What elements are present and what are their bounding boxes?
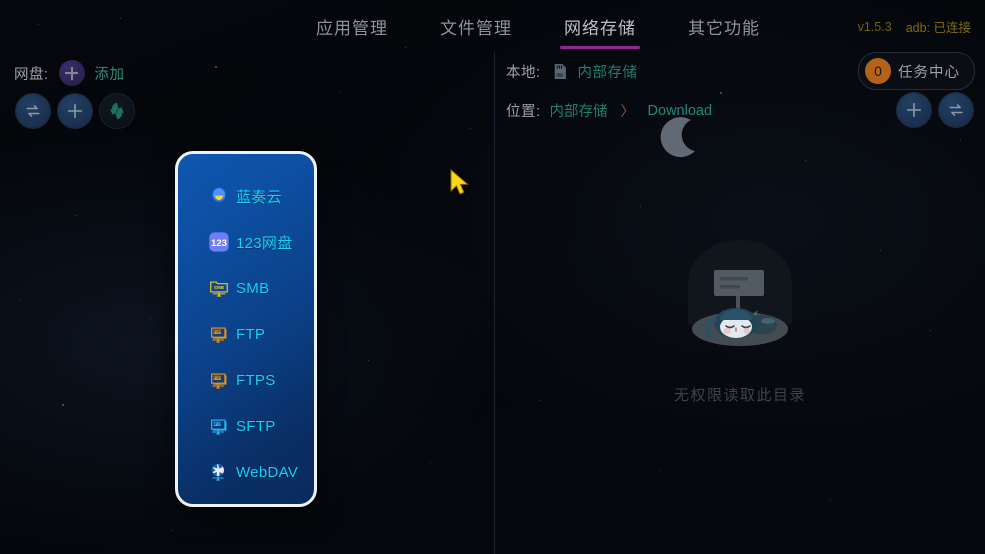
left-toolbar [16, 94, 134, 128]
dropdown-item-123pan[interactable]: 123 123网盘 [208, 229, 293, 255]
transfer-icon [26, 105, 40, 117]
left-pane: 网盘: 添加 蓝奏云 123 123网盘 SMB SMB FTP FTP FTP… [0, 52, 495, 554]
task-count-badge: 0 [865, 58, 891, 84]
plus-icon [906, 102, 922, 118]
netdisk-type-dropdown[interactable]: 蓝奏云 123 123网盘 SMB SMB FTP FTP FTP FTPS S… [175, 151, 317, 507]
empty-state-illustration [688, 240, 792, 346]
breadcrumb-item-root[interactable]: 内部存储 [550, 100, 608, 121]
right-pane: 本地: 内部存储 位置: 内部存储 〉 Download 0 任务中心 无权限读… [495, 52, 985, 554]
ftps-icon: FTP [211, 373, 227, 389]
loading-spinner-icon [660, 117, 695, 158]
svg-text:SFTP: SFTP [212, 422, 222, 426]
tab-other-functions[interactable]: 其它功能 [662, 10, 786, 49]
dropdown-item-ftps[interactable]: FTP FTPS [208, 367, 276, 393]
empty-state-message: 无权限读取此目录 [673, 387, 806, 404]
left-refresh-button[interactable] [100, 94, 134, 128]
dropdown-item-sftp[interactable]: SFTP SFTP [208, 413, 276, 439]
active-tab-indicator [560, 46, 640, 49]
tab-file-management[interactable]: 文件管理 [414, 10, 538, 49]
dropdown-item-lanzou[interactable]: 蓝奏云 [208, 183, 282, 209]
location-label: 位置: [506, 104, 541, 120]
left-transfer-button[interactable] [16, 94, 50, 128]
pan123-icon: 123 [209, 232, 229, 252]
tab-label: 应用管理 [316, 19, 388, 38]
adb-status: adb: 已连接 [905, 21, 971, 35]
lanzou-cloud-icon [212, 187, 226, 202]
dropdown-item-label: SMB [236, 279, 270, 297]
netdisk-label: 网盘: [14, 66, 49, 83]
tab-app-management[interactable]: 应用管理 [290, 10, 414, 49]
main-tabs: 应用管理 文件管理 网络存储 其它功能 [290, 10, 786, 49]
right-toolbar [897, 93, 973, 127]
svg-text:FTP: FTP [214, 376, 222, 380]
tab-network-storage[interactable]: 网络存储 [538, 10, 662, 49]
add-netdisk-button[interactable] [58, 60, 85, 86]
dropdown-item-label: FTPS [236, 371, 276, 389]
tab-label: 文件管理 [440, 19, 512, 38]
svg-text:SMB: SMB [214, 285, 225, 290]
empty-state: 无权限读取此目录 [495, 228, 985, 405]
tab-label: 网络存储 [564, 19, 636, 38]
dropdown-item-label: SFTP [236, 417, 276, 435]
dropdown-item-smb[interactable]: SMB SMB [208, 275, 269, 301]
app-version: v1.5.3 [857, 19, 892, 34]
right-transfer-button[interactable] [939, 93, 973, 127]
smb-icon: SMB [210, 281, 228, 297]
sftp-icon: SFTP [211, 419, 227, 435]
left-add-button[interactable] [58, 94, 92, 128]
task-center-button[interactable]: 0 任务中心 [858, 52, 975, 90]
sd-card-icon [554, 63, 566, 80]
app-window: 应用管理 文件管理 网络存储 其它功能 v1.5.3 adb: 已连接 网盘: [0, 0, 985, 554]
local-label: 本地: [506, 65, 541, 81]
webdav-icon [211, 464, 224, 481]
dropdown-item-label: 蓝奏云 [236, 188, 282, 206]
plus-icon [67, 103, 83, 119]
refresh-icon [110, 102, 124, 120]
dropdown-item-label: FTP [236, 325, 266, 343]
tab-label: 其它功能 [688, 19, 760, 38]
local-storage-name[interactable]: 内部存储 [578, 61, 638, 82]
right-add-button[interactable] [897, 93, 931, 127]
svg-text:FTP: FTP [214, 330, 222, 334]
dropdown-item-label: 123网盘 [236, 234, 293, 252]
local-storage-row: 本地: 内部存储 [506, 61, 638, 82]
dropdown-item-label: WebDAV [236, 463, 299, 481]
breadcrumb-separator-icon: 〉 [620, 102, 635, 119]
dropdown-item-webdav[interactable]: WebDAV [208, 459, 298, 485]
version-info: v1.5.3 adb: 已连接 [858, 17, 971, 36]
svg-text:123: 123 [211, 238, 227, 249]
dropdown-item-ftp[interactable]: FTP FTP [208, 321, 265, 347]
task-center-label: 任务中心 [898, 64, 960, 81]
netdisk-header: 网盘: 添加 [14, 60, 125, 86]
ftp-icon: FTP [211, 327, 227, 343]
top-bar: 应用管理 文件管理 网络存储 其它功能 v1.5.3 adb: 已连接 [0, 0, 985, 52]
transfer-icon [949, 104, 963, 116]
add-netdisk-label[interactable]: 添加 [95, 63, 125, 84]
